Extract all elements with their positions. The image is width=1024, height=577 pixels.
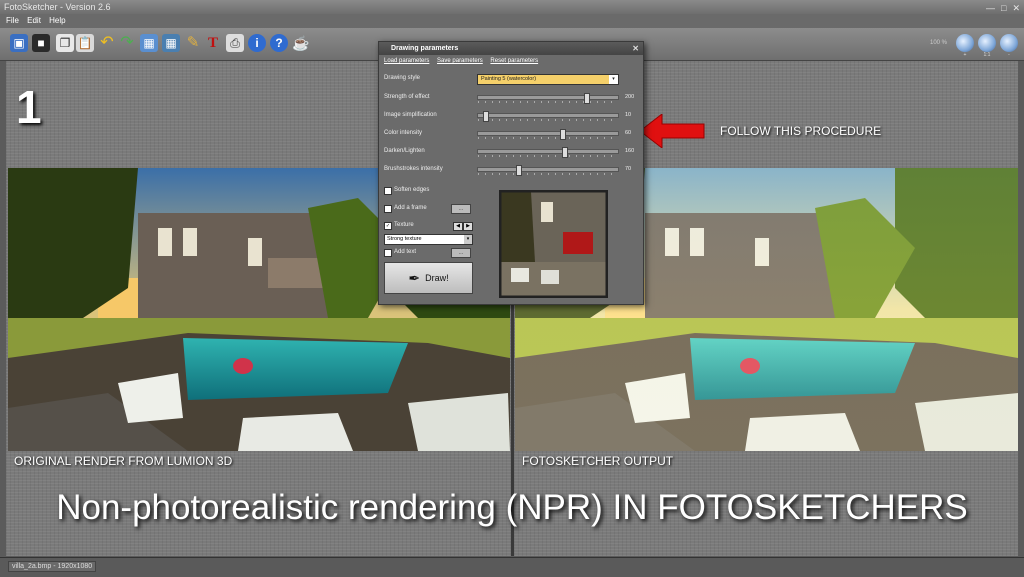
close-button[interactable]: ✕ <box>1012 1 1020 15</box>
print-icon[interactable]: ⎙ <box>226 34 244 52</box>
coffee-icon[interactable]: ☕ <box>292 34 310 52</box>
title-bar: FotoSketcher - Version 2.6 — □ ✕ <box>0 0 1024 14</box>
chevron-down-icon[interactable]: ▾ <box>609 75 618 84</box>
caption-original: ORIGINAL RENDER FROM LUMION 3D <box>14 454 233 468</box>
paint-icon[interactable]: ✎ <box>184 34 202 52</box>
drawing-style-value: Painting 5 (watercolor) <box>481 76 537 82</box>
soften-edges-label: Soften edges <box>394 187 430 193</box>
add-frame-label: Add a frame <box>394 205 427 211</box>
add-text-checkbox[interactable] <box>384 249 392 257</box>
slider-thumb[interactable] <box>483 111 490 122</box>
slider-ticks <box>478 137 618 139</box>
headline: Non-photorealistic rendering (NPR) IN FO… <box>56 488 968 527</box>
load-parameters-link[interactable]: Load parameters <box>384 58 429 64</box>
dialog-title: Drawing parameters <box>391 45 459 52</box>
preview-thumbnail <box>499 190 608 298</box>
zoom-actual-icon[interactable] <box>978 34 996 52</box>
menu-bar: File Edit Help <box>0 14 1024 28</box>
chevron-down-icon[interactable]: ▾ <box>464 235 472 244</box>
drawing-style-select[interactable]: Painting 5 (watercolor) ▾ <box>477 74 619 85</box>
maximize-button[interactable]: □ <box>1001 1 1006 15</box>
status-text: villa_2a.bmp - 1920x1080 <box>8 561 97 572</box>
add-frame-checkbox[interactable] <box>384 205 392 213</box>
zoom-in-icon[interactable] <box>956 34 974 52</box>
slider-value: 70 <box>625 166 632 172</box>
parameter-slider[interactable] <box>477 93 619 104</box>
dialog-close-icon[interactable]: ✕ <box>632 42 639 55</box>
zoom-out-label: - <box>1008 52 1010 58</box>
slider-ticks <box>478 119 618 121</box>
save-icon[interactable]: ■ <box>32 34 50 52</box>
slider-thumb[interactable] <box>584 93 591 104</box>
save-parameters-link[interactable]: Save parameters <box>437 58 483 64</box>
zoom-readout: 100 % <box>930 40 948 46</box>
slider-label: Color intensity <box>384 130 423 136</box>
minimize-button[interactable]: — <box>986 1 995 15</box>
draw-button[interactable]: ✒ Draw! <box>384 262 473 294</box>
zoom-in-label: + <box>963 52 967 58</box>
parameter-slider[interactable] <box>477 147 619 158</box>
frame-options-button[interactable]: ... <box>451 204 471 214</box>
dialog-title-bar[interactable]: Drawing parameters ✕ <box>379 42 643 55</box>
slider-thumb[interactable] <box>559 129 566 140</box>
brush-icon: ✒ <box>408 269 421 286</box>
slider-ticks <box>478 173 618 175</box>
slider-value: 60 <box>625 130 632 136</box>
menu-edit[interactable]: Edit <box>27 16 41 25</box>
slider-label: Image simplification <box>384 112 437 118</box>
status-bar: villa_2a.bmp - 1920x1080 <box>0 557 1024 577</box>
slider-value: 160 <box>625 148 635 154</box>
slider-value: 10 <box>625 112 632 118</box>
dialog-links: Load parameters Save parameters Reset pa… <box>384 58 544 64</box>
slider-value: 200 <box>625 94 635 100</box>
slider-label: Strength of effect <box>384 94 430 100</box>
slider-thumb[interactable] <box>562 147 569 158</box>
undo-icon[interactable]: ↶ <box>98 34 116 52</box>
step-number: 1 <box>16 81 42 133</box>
slider-thumb[interactable] <box>516 165 523 176</box>
open-image-icon[interactable]: ▣ <box>10 34 28 52</box>
redo-icon[interactable]: ↷ <box>118 34 136 52</box>
parameter-slider[interactable] <box>477 111 619 122</box>
slider-ticks <box>478 101 618 103</box>
zoom-out-icon[interactable] <box>1000 34 1018 52</box>
zoom-actual-label: 1:1 <box>983 52 991 58</box>
help-icon[interactable]: ? <box>270 34 288 52</box>
parameter-slider[interactable] <box>477 129 619 140</box>
reset-parameters-link[interactable]: Reset parameters <box>490 58 538 64</box>
texture-next-icon[interactable]: ▶ <box>463 222 473 231</box>
soften-edges-checkbox[interactable] <box>384 187 392 195</box>
texture-value: Strong texture <box>387 236 422 242</box>
text-options-button[interactable]: ... <box>451 248 471 258</box>
texture-prev-icon[interactable]: ◀ <box>453 222 463 231</box>
slider-label: Brushstrokes intensity <box>384 166 443 172</box>
slider-ticks <box>478 155 618 157</box>
add-text-label: Add text <box>394 249 417 255</box>
menu-help[interactable]: Help <box>49 16 65 25</box>
copy-icon[interactable]: ❐ <box>56 34 74 52</box>
slider-label: Darken/Lighten <box>384 148 425 154</box>
before-image-icon[interactable]: ▦ <box>140 34 158 52</box>
texture-select[interactable]: Strong texture ▾ <box>384 234 473 245</box>
caption-output: FOTOSKETCHER OUTPUT <box>522 454 674 468</box>
texture-label: Texture <box>394 222 414 228</box>
draw-button-label: Draw! <box>425 273 449 283</box>
after-image-icon[interactable]: ▦ <box>162 34 180 52</box>
info-icon[interactable]: i <box>248 34 266 52</box>
text-icon[interactable]: T <box>204 34 222 52</box>
parameter-slider[interactable] <box>477 165 619 176</box>
procedure-callout: FOLLOW THIS PROCEDURE <box>720 124 882 138</box>
menu-file[interactable]: File <box>6 16 19 25</box>
drawing-style-label: Drawing style <box>384 75 421 81</box>
drawing-parameters-dialog: Drawing parameters ✕ Load parameters Sav… <box>378 41 644 305</box>
red-arrow-icon <box>640 114 705 148</box>
texture-checkbox[interactable]: ✓ <box>384 222 392 230</box>
paste-icon[interactable]: 📋 <box>76 34 94 52</box>
window-title: FotoSketcher - Version 2.6 <box>4 2 111 12</box>
